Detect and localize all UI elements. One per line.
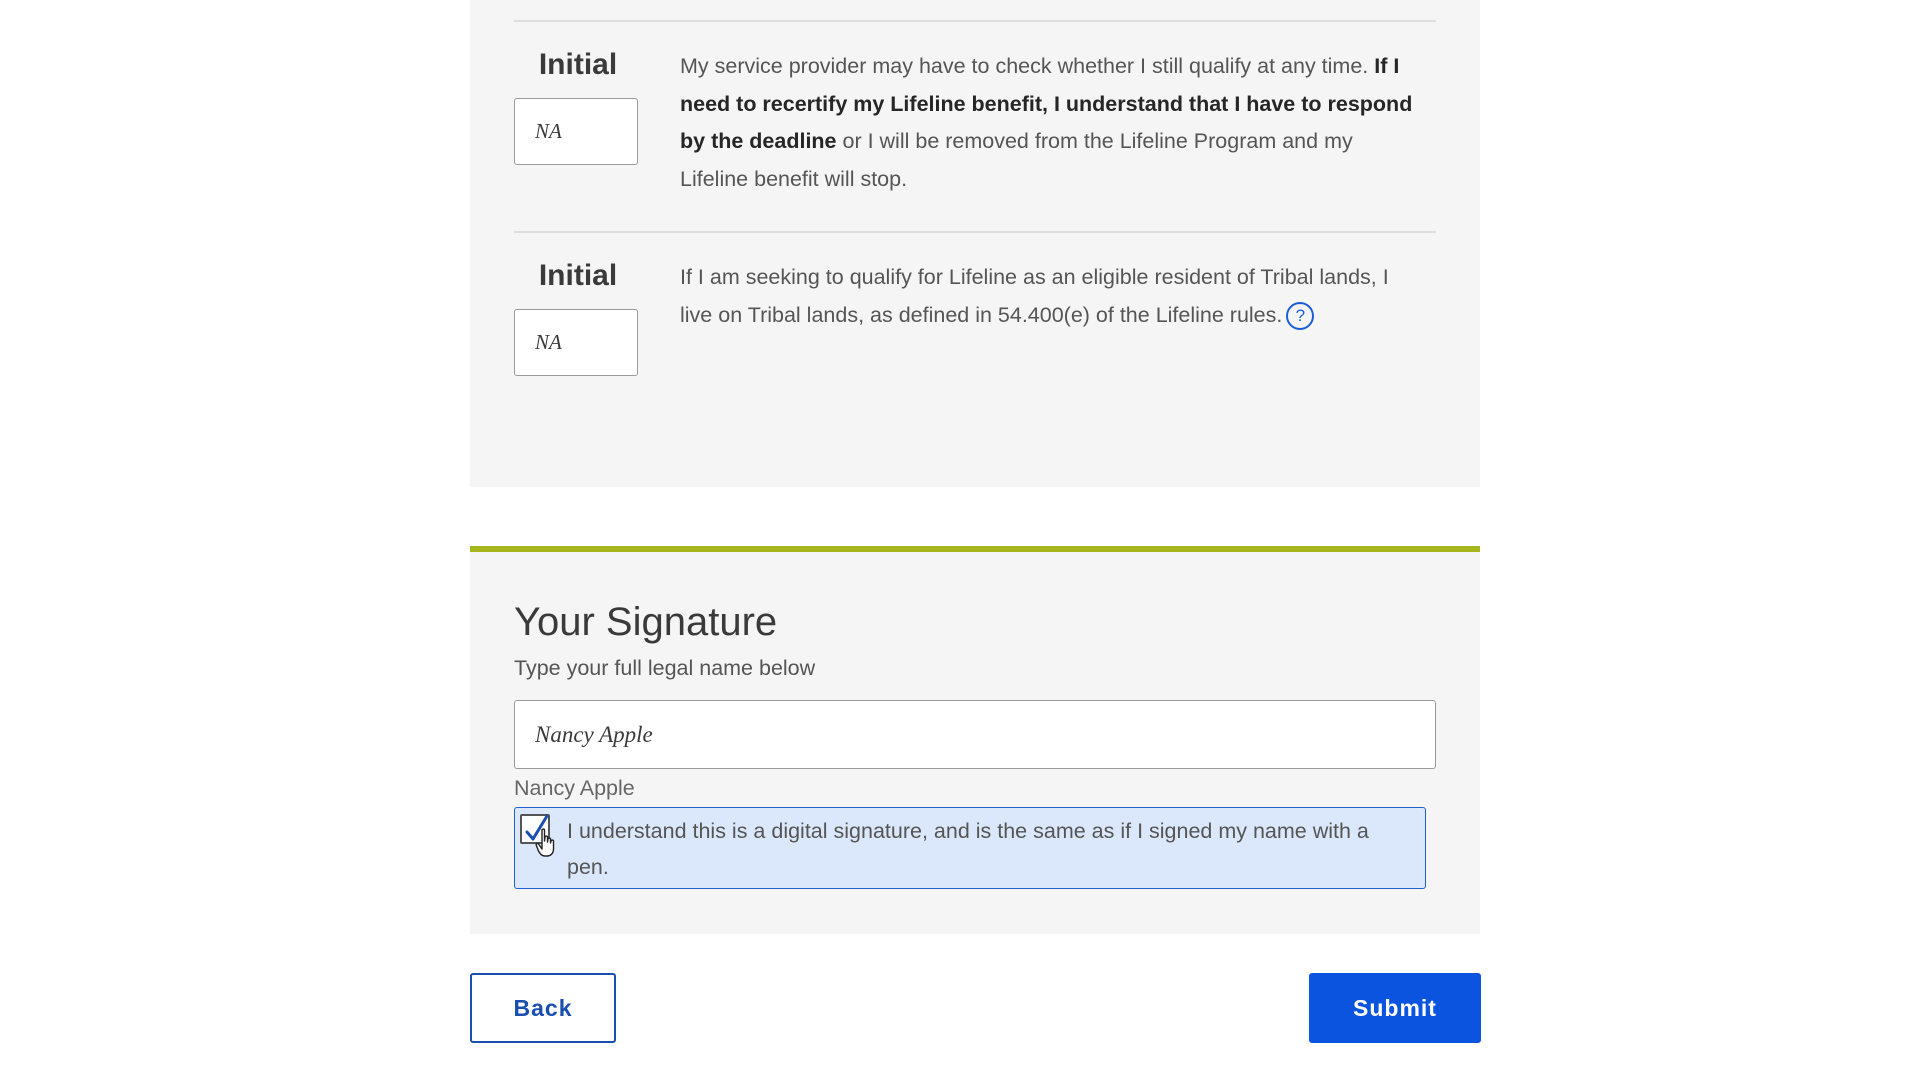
submit-button[interactable]: Submit: [1309, 973, 1481, 1043]
certification-text-plain: If I am seeking to qualify for Lifeline …: [680, 265, 1389, 327]
back-button[interactable]: Back: [470, 973, 616, 1043]
initial-input[interactable]: [514, 98, 638, 165]
certification-text-plain: My service provider may have to check wh…: [680, 54, 1375, 78]
acknowledgement-checkbox[interactable]: [520, 814, 550, 844]
signature-instructions: Type your full legal name below: [514, 656, 816, 680]
initial-label: Initial: [538, 48, 618, 81]
signature-title: Your Signature: [514, 600, 778, 644]
certification-row: Initial My service provider may have to …: [514, 20, 1436, 232]
certification-text: My service provider may have to check wh…: [680, 48, 1420, 198]
question-circle-icon[interactable]: ?: [1286, 301, 1315, 330]
signature-name-input[interactable]: [514, 700, 1436, 769]
certification-row: Initial If I am seeking to qualify for L…: [514, 231, 1436, 433]
signature-acknowledgement[interactable]: I understand this is a digital signature…: [514, 807, 1426, 889]
acknowledgement-text: I understand this is a digital signature…: [567, 819, 1369, 879]
initial-input[interactable]: [514, 309, 638, 376]
signature-panel: Your Signature Type your full legal name…: [470, 546, 1480, 934]
certification-text: If I am seeking to qualify for Lifeline …: [680, 259, 1420, 334]
certification-panel: Initial My service provider may have to …: [470, 0, 1480, 487]
checkmark-icon: [525, 814, 549, 841]
initial-label: Initial: [538, 259, 618, 292]
signature-name-preview: Nancy Apple: [514, 776, 635, 800]
page: Initial My service provider may have to …: [0, 0, 1920, 1080]
